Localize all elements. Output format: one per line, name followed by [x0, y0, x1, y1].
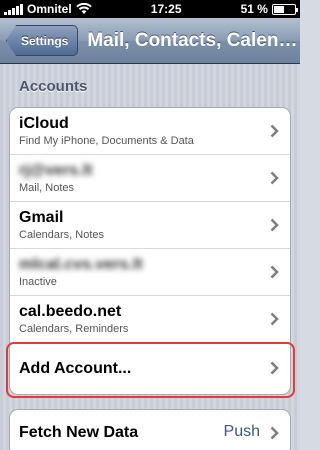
status-bar: Omnitel 17:25 51 %: [0, 0, 300, 18]
fetch-new-data-row[interactable]: Fetch New Data Push: [10, 410, 290, 450]
settings-content[interactable]: Accounts iCloud Find My iPhone, Document…: [0, 64, 300, 450]
accounts-group: iCloud Find My iPhone, Documents & Data …: [9, 107, 291, 395]
fetch-new-data-value: Push: [223, 423, 260, 440]
account-title: iCloud: [19, 115, 69, 132]
account-subtitle: Calendars, Notes: [19, 229, 104, 241]
back-button[interactable]: Settings: [6, 25, 79, 56]
add-account-label: Add Account...: [19, 359, 132, 377]
account-row-icloud[interactable]: iCloud Find My iPhone, Documents & Data: [10, 108, 290, 155]
status-time: 17:25: [150, 2, 182, 16]
signal-strength-icon: [4, 3, 23, 15]
chevron-right-icon: [270, 312, 279, 326]
account-subtitle: Inactive: [19, 276, 57, 288]
carrier-name: Omnitel: [27, 2, 72, 16]
wifi-icon: [75, 3, 92, 14]
account-title: rj@vers.lt: [19, 162, 93, 179]
fetch-new-data-label: Fetch New Data: [19, 424, 139, 441]
status-bar-left: Omnitel: [4, 2, 92, 16]
chevron-right-icon: [270, 124, 279, 138]
account-row-cal-beedo[interactable]: cal.beedo.net Calendars, Reminders: [10, 296, 290, 343]
battery-icon: [271, 3, 298, 15]
account-subtitle: Mail, Notes: [19, 182, 75, 194]
account-row-4[interactable]: mlcal.cvs.vers.lt Inactive: [10, 249, 290, 296]
navigation-bar: Settings Mail, Contacts, Calendars: [0, 18, 300, 64]
chevron-right-icon: [270, 265, 279, 279]
battery-percent: 51 %: [240, 2, 268, 16]
chevron-right-icon: [270, 218, 279, 232]
chevron-right-icon: [270, 426, 279, 440]
account-title: cal.beedo.net: [19, 303, 122, 320]
account-row-2[interactable]: rj@vers.lt Mail, Notes: [10, 155, 290, 202]
account-subtitle: Find My iPhone, Documents & Data: [19, 135, 194, 147]
fetch-group: Fetch New Data Push: [9, 409, 291, 450]
account-title: Gmail: [19, 209, 64, 226]
chevron-right-icon: [270, 171, 279, 185]
section-header-accounts: Accounts: [19, 78, 88, 95]
page-title: Mail, Contacts, Calendars: [87, 29, 300, 51]
chevron-right-icon: [270, 361, 279, 375]
add-account-row[interactable]: Add Account...: [10, 343, 290, 394]
account-subtitle: Calendars, Reminders: [19, 323, 129, 335]
status-bar-right: 51 %: [240, 2, 298, 16]
account-title: mlcal.cvs.vers.lt: [19, 256, 143, 273]
account-row-gmail[interactable]: Gmail Calendars, Notes: [10, 202, 290, 249]
